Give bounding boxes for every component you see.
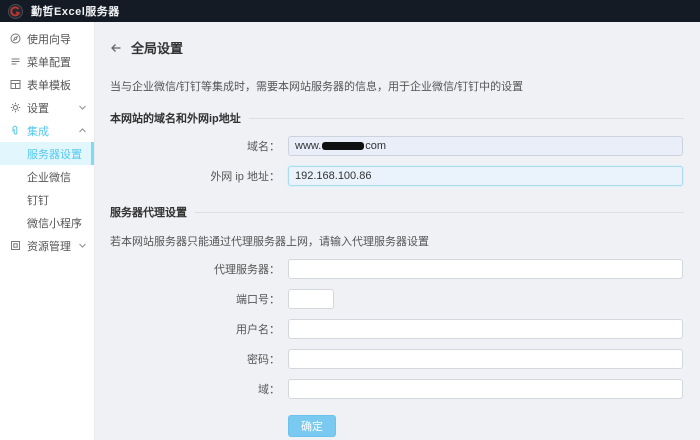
section-divider	[195, 212, 684, 213]
sidebar-item-label: 菜单配置	[27, 54, 71, 70]
chevron-up-icon	[78, 126, 87, 135]
sidebar-item-menu-config[interactable]: 菜单配置	[0, 50, 94, 73]
proxy-domain-input[interactable]	[288, 379, 683, 399]
proxy-server-input[interactable]	[288, 259, 683, 279]
menu-config-icon	[10, 56, 21, 67]
field-row-username: 用户名：	[110, 319, 684, 339]
sidebar-item-wecom[interactable]: 企业微信	[0, 165, 94, 188]
username-label: 用户名：	[110, 321, 280, 337]
gear-icon	[10, 102, 21, 113]
sidebar-item-server-settings[interactable]: 服务器设置	[0, 142, 94, 165]
external-ip-input[interactable]	[288, 166, 683, 186]
button-row: 确定	[110, 415, 684, 437]
domain-value-prefix: www.	[295, 140, 321, 152]
port-input[interactable]	[288, 289, 334, 309]
sidebar-item-label: 资源管理	[27, 238, 71, 254]
field-row-port: 端口号：	[110, 289, 684, 309]
section-title: 本网站的域名和外网ip地址	[110, 110, 241, 126]
field-row-external-ip: 外网 ip 地址：	[110, 166, 684, 186]
sidebar-item-label: 钉钉	[27, 192, 49, 208]
main-content: 全局设置 当与企业微信/钉钉等集成时，需要本网站服务器的信息，用于企业微信/钉钉…	[95, 22, 700, 440]
page-header: 全局设置	[110, 38, 684, 57]
password-label: 密码：	[110, 351, 280, 367]
sidebar-item-settings[interactable]: 设置	[0, 96, 94, 119]
sidebar-submenu: 服务器设置 企业微信 钉钉 微信小程序	[0, 142, 94, 234]
guide-icon	[10, 33, 21, 44]
app-title: 勤哲Excel服务器	[31, 3, 120, 19]
page-title: 全局设置	[131, 38, 183, 57]
sidebar-item-wechat-miniprogram[interactable]: 微信小程序	[0, 211, 94, 234]
field-row-password: 密码：	[110, 349, 684, 369]
resource-icon	[10, 240, 21, 251]
sidebar-item-dingtalk[interactable]: 钉钉	[0, 188, 94, 211]
proxy-domain-label: 域：	[110, 381, 280, 397]
sidebar-item-guide[interactable]: 使用向导	[0, 27, 94, 50]
sidebar: 使用向导 菜单配置 表单模板 设置	[0, 22, 95, 440]
proxy-server-label: 代理服务器：	[110, 261, 280, 277]
chevron-down-icon	[78, 241, 87, 250]
section-divider	[249, 118, 684, 119]
domain-label: 域名：	[110, 138, 280, 154]
domain-value-suffix: com	[365, 140, 386, 152]
username-input[interactable]	[288, 319, 683, 339]
sidebar-item-integration[interactable]: 集成	[0, 119, 94, 142]
section-proxy: 服务器代理设置	[110, 204, 684, 220]
sidebar-item-label: 微信小程序	[27, 215, 82, 231]
back-arrow-icon[interactable]	[110, 42, 122, 54]
topbar: 勤哲Excel服务器	[0, 0, 700, 22]
sidebar-item-label: 使用向导	[27, 31, 71, 47]
external-ip-label: 外网 ip 地址：	[110, 168, 280, 184]
password-input[interactable]	[288, 349, 683, 369]
field-row-domain-field: 域：	[110, 379, 684, 399]
confirm-button[interactable]: 确定	[288, 415, 336, 437]
proxy-description: 若本网站服务器只能通过代理服务器上网，请输入代理服务器设置	[110, 233, 684, 249]
sidebar-item-label: 企业微信	[27, 169, 71, 185]
section-domain-ip: 本网站的域名和外网ip地址	[110, 110, 684, 126]
redacted-text	[322, 142, 364, 150]
sidebar-item-form-template[interactable]: 表单模板	[0, 73, 94, 96]
section-title: 服务器代理设置	[110, 204, 187, 220]
sidebar-item-label: 服务器设置	[27, 146, 82, 162]
field-row-proxy-server: 代理服务器：	[110, 259, 684, 279]
field-row-domain: 域名： www. com	[110, 136, 684, 156]
form-template-icon	[10, 79, 21, 90]
port-label: 端口号：	[110, 291, 280, 307]
domain-input[interactable]: www. com	[288, 136, 683, 156]
sidebar-item-label: 表单模板	[27, 77, 71, 93]
page-description: 当与企业微信/钉钉等集成时，需要本网站服务器的信息，用于企业微信/钉钉中的设置	[110, 78, 684, 94]
sidebar-item-resource-management[interactable]: 资源管理	[0, 234, 94, 257]
link-icon	[10, 125, 21, 136]
chevron-down-icon	[78, 103, 87, 112]
sidebar-item-label: 设置	[27, 100, 49, 116]
sidebar-item-label: 集成	[27, 123, 49, 139]
app-logo-icon	[8, 4, 23, 19]
